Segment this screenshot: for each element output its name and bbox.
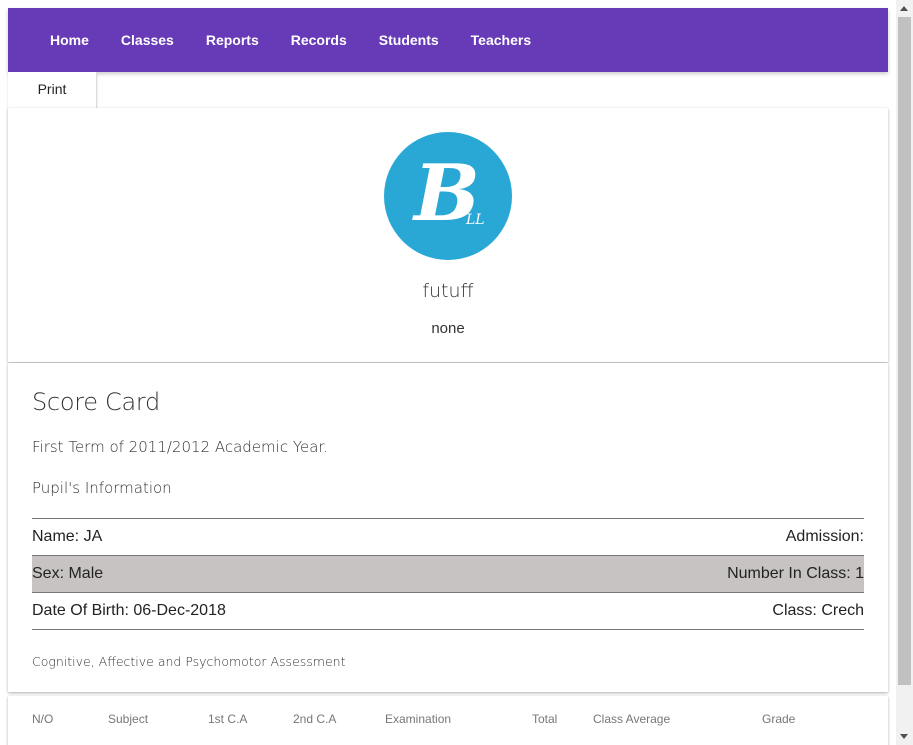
date-of-birth: Date Of Birth: 06-Dec-2018 <box>32 602 226 619</box>
scroll-thumb[interactable] <box>898 17 911 685</box>
info-row-name: Name: JA Admission: <box>32 519 864 556</box>
nav-home[interactable]: Home <box>32 8 105 72</box>
profile-card: B LL futuff none <box>8 108 888 362</box>
scroll-up-button[interactable] <box>896 0 913 17</box>
chevron-down-icon <box>900 734 908 739</box>
school-logo-icon: B LL <box>384 132 512 260</box>
profile-subtitle: none <box>431 320 465 337</box>
col-header-class-average: Class Average <box>593 712 671 726</box>
page: Home Classes Reports Records Students Te… <box>0 0 896 745</box>
svg-text:LL: LL <box>465 212 485 228</box>
nav-students[interactable]: Students <box>363 8 455 72</box>
nav-teachers[interactable]: Teachers <box>455 8 547 72</box>
pupil-info-heading: Pupil's Information <box>32 479 172 497</box>
print-button[interactable]: Print <box>8 72 97 108</box>
col-header-no: N/O <box>32 712 54 726</box>
profile-name: futuff <box>422 280 474 302</box>
col-header-2nd-ca: 2nd C.A <box>293 712 337 726</box>
pupil-info-table: Name: JA Admission: Sex: Male Number In … <box>32 518 864 630</box>
pupil-sex: Sex: Male <box>32 565 104 582</box>
col-header-examination: Examination <box>385 712 452 726</box>
col-header-subject: Subject <box>108 712 149 726</box>
info-row-sex: Sex: Male Number In Class: 1 <box>32 556 864 593</box>
assessment-heading: Cognitive, Affective and Psychomotor Ass… <box>32 654 346 669</box>
results-table: N/O Subject 1st C.A 2nd C.A Examination … <box>8 696 888 745</box>
chevron-up-icon <box>900 6 908 11</box>
admission-number: Admission: <box>785 528 864 545</box>
vertical-scrollbar[interactable] <box>896 0 913 745</box>
nav-reports[interactable]: Reports <box>190 8 275 72</box>
col-header-total: Total <box>532 712 558 726</box>
score-card-title: Score Card <box>32 388 160 416</box>
scroll-down-button[interactable] <box>896 728 913 745</box>
pupil-class: Class: Crech <box>772 602 864 619</box>
nav-classes[interactable]: Classes <box>105 8 190 72</box>
col-header-1st-ca: 1st C.A <box>208 712 248 726</box>
score-card: Score Card First Term of 2011/2012 Acade… <box>8 363 888 692</box>
top-navbar: Home Classes Reports Records Students Te… <box>8 8 888 72</box>
col-header-grade: Grade <box>762 712 796 726</box>
academic-term: First Term of 2011/2012 Academic Year. <box>32 438 328 456</box>
number-in-class: Number In Class: 1 <box>727 565 864 582</box>
pupil-name: Name: JA <box>32 528 103 545</box>
nav-records[interactable]: Records <box>275 8 363 72</box>
info-row-dob: Date Of Birth: 06-Dec-2018 Class: Crech <box>32 593 864 630</box>
